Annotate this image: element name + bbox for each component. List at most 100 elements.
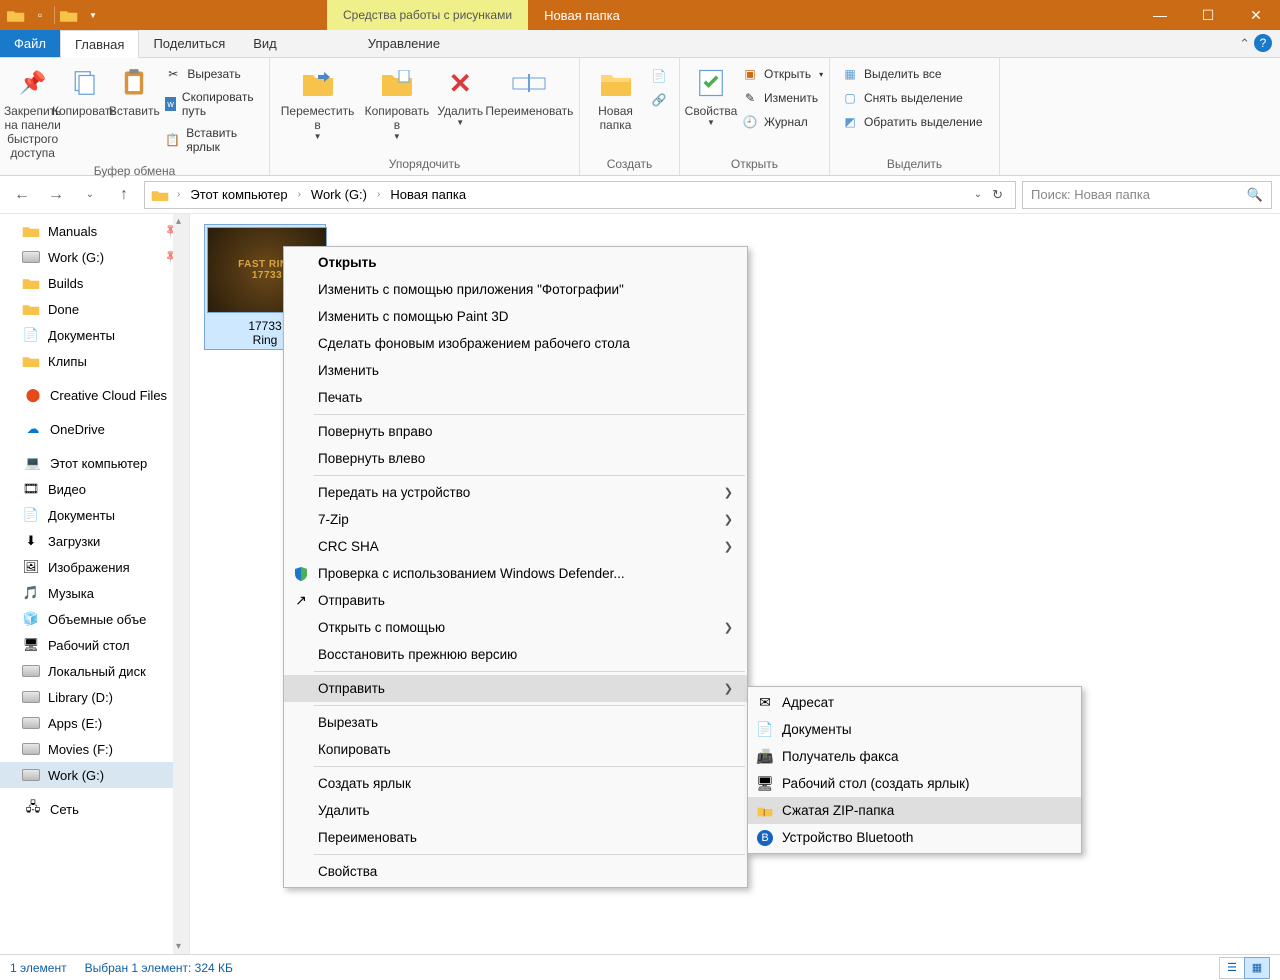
copy-path-button[interactable]: wСкопировать путь bbox=[163, 88, 259, 120]
menu-share[interactable]: ↗Отправить bbox=[284, 587, 747, 614]
menu-cast[interactable]: Передать на устройство❯ bbox=[284, 479, 747, 506]
submenu-fax[interactable]: 📠Получатель факса bbox=[748, 743, 1081, 770]
nav-item-images[interactable]: 🖼Изображения bbox=[0, 554, 189, 580]
cut-button[interactable]: ✂Вырезать bbox=[163, 64, 259, 84]
menu-create-shortcut[interactable]: Создать ярлык bbox=[284, 770, 747, 797]
breadcrumb[interactable]: Новая папка bbox=[388, 187, 468, 202]
tab-view[interactable]: Вид bbox=[239, 30, 291, 57]
nav-item-docs[interactable]: 📄Документы bbox=[0, 502, 189, 528]
nav-scrollbar[interactable] bbox=[173, 214, 189, 954]
paste-shortcut-button[interactable]: 📋Вставить ярлык bbox=[163, 124, 259, 156]
nav-item-documents[interactable]: 📄Документы bbox=[0, 322, 189, 348]
rename-button[interactable]: Переименовать bbox=[486, 62, 573, 120]
menu-print[interactable]: Печать bbox=[284, 384, 747, 411]
menu-copy[interactable]: Копировать bbox=[284, 736, 747, 763]
new-item-button[interactable]: 📄 bbox=[649, 66, 669, 86]
paste-button[interactable]: Вставить bbox=[109, 62, 159, 120]
nav-item-library-d[interactable]: Library (D:) bbox=[0, 684, 189, 710]
copy-to-button[interactable]: Копировать в▼ bbox=[359, 62, 435, 143]
collapse-ribbon-button[interactable]: ⌃ bbox=[1239, 36, 1250, 52]
submenu-recipient[interactable]: ✉Адресат bbox=[748, 689, 1081, 716]
menu-set-wallpaper[interactable]: Сделать фоновым изображением рабочего ст… bbox=[284, 330, 747, 357]
menu-open[interactable]: Открыть bbox=[284, 249, 747, 276]
help-button[interactable]: ? bbox=[1254, 34, 1272, 52]
menu-edit[interactable]: Изменить bbox=[284, 357, 747, 384]
breadcrumb[interactable]: Этот компьютер bbox=[188, 187, 289, 202]
tab-share[interactable]: Поделиться bbox=[139, 30, 239, 57]
maximize-button[interactable]: ☐ bbox=[1184, 0, 1232, 30]
menu-7zip[interactable]: 7-Zip❯ bbox=[284, 506, 747, 533]
copy-button[interactable]: Копировать bbox=[59, 62, 109, 120]
menu-crc-sha[interactable]: CRC SHA❯ bbox=[284, 533, 747, 560]
menu-delete[interactable]: Удалить bbox=[284, 797, 747, 824]
nav-item-work-g[interactable]: Work (G:) bbox=[0, 762, 189, 788]
easy-access-button[interactable]: 🔗 bbox=[649, 90, 669, 110]
nav-item-network[interactable]: 🖧Сеть bbox=[0, 796, 189, 822]
refresh-button[interactable]: ↻ bbox=[986, 187, 1009, 203]
nav-item-work[interactable]: Work (G:) bbox=[0, 244, 189, 270]
forward-button[interactable]: → bbox=[42, 181, 70, 209]
menu-restore-version[interactable]: Восстановить прежнюю версию bbox=[284, 641, 747, 668]
select-all-button[interactable]: ▦Выделить все bbox=[840, 64, 985, 84]
tab-home[interactable]: Главная bbox=[60, 30, 139, 58]
invert-selection-button[interactable]: ◩Обратить выделение bbox=[840, 112, 985, 132]
menu-rotate-left[interactable]: Повернуть влево bbox=[284, 445, 747, 472]
minimize-button[interactable]: — bbox=[1136, 0, 1184, 30]
menu-send-to[interactable]: Отправить❯ bbox=[284, 675, 747, 702]
menu-edit-photos[interactable]: Изменить с помощью приложения "Фотографи… bbox=[284, 276, 747, 303]
group-label: Буфер обмена bbox=[6, 162, 263, 180]
menu-rotate-right[interactable]: Повернуть вправо bbox=[284, 418, 747, 445]
menu-open-with[interactable]: Открыть с помощью❯ bbox=[284, 614, 747, 641]
submenu-zip[interactable]: Сжатая ZIP-папка bbox=[748, 797, 1081, 824]
properties-button[interactable]: Свойства▼ bbox=[686, 62, 736, 129]
edit-button[interactable]: ✎Изменить bbox=[740, 88, 825, 108]
deselect-button[interactable]: ▢Снять выделение bbox=[840, 88, 985, 108]
tab-manage[interactable]: Управление bbox=[346, 30, 462, 57]
qat-dropdown-icon[interactable]: ▼ bbox=[83, 5, 103, 25]
new-folder-button[interactable]: Новая папка bbox=[586, 62, 645, 134]
address-bar[interactable]: › Этот компьютер › Work (G:) › Новая пап… bbox=[144, 181, 1016, 209]
nav-item-video[interactable]: 🎞Видео bbox=[0, 476, 189, 502]
view-details-button[interactable]: ☰ bbox=[1219, 957, 1245, 979]
desktop-icon: 🖥 bbox=[756, 775, 774, 793]
submenu-documents[interactable]: 📄Документы bbox=[748, 716, 1081, 743]
nav-item-local-disk[interactable]: Локальный диск bbox=[0, 658, 189, 684]
nav-item-movies-f[interactable]: Movies (F:) bbox=[0, 736, 189, 762]
move-to-button[interactable]: Переместить в▼ bbox=[276, 62, 359, 143]
nav-item-done[interactable]: Done bbox=[0, 296, 189, 322]
delete-button[interactable]: ✕ Удалить▼ bbox=[435, 62, 486, 129]
nav-item-apps-e[interactable]: Apps (E:) bbox=[0, 710, 189, 736]
view-icons-button[interactable]: ▦ bbox=[1244, 957, 1270, 979]
search-input[interactable]: Поиск: Новая папка 🔍 bbox=[1022, 181, 1272, 209]
back-button[interactable]: ← bbox=[8, 181, 36, 209]
menu-edit-paint3d[interactable]: Изменить с помощью Paint 3D bbox=[284, 303, 747, 330]
menu-rename[interactable]: Переименовать bbox=[284, 824, 747, 851]
menu-properties[interactable]: Свойства bbox=[284, 858, 747, 885]
submenu-desktop-shortcut[interactable]: 🖥Рабочий стол (создать ярлык) bbox=[748, 770, 1081, 797]
nav-item-desktop[interactable]: 🖥Рабочий стол bbox=[0, 632, 189, 658]
recent-button[interactable]: ⌄ bbox=[76, 181, 104, 209]
menu-cut[interactable]: Вырезать bbox=[284, 709, 747, 736]
nav-item-creative-cloud[interactable]: ⬤Creative Cloud Files bbox=[0, 382, 189, 408]
nav-item-downloads[interactable]: ⬇Загрузки bbox=[0, 528, 189, 554]
nav-item-music[interactable]: 🎵Музыка bbox=[0, 580, 189, 606]
menu-defender[interactable]: Проверка с использованием Windows Defend… bbox=[284, 560, 747, 587]
close-button[interactable]: ✕ bbox=[1232, 0, 1280, 30]
nav-item-manuals[interactable]: Manuals bbox=[0, 218, 189, 244]
history-button[interactable]: 🕘Журнал bbox=[740, 112, 825, 132]
up-button[interactable]: ↑ bbox=[110, 181, 138, 209]
nav-item-onedrive[interactable]: ☁OneDrive bbox=[0, 416, 189, 442]
nav-item-clips[interactable]: Клипы bbox=[0, 348, 189, 374]
qat-properties-icon[interactable]: ▫ bbox=[30, 5, 50, 25]
open-button[interactable]: ▣Открыть▾ bbox=[740, 64, 825, 84]
qat-folder-icon[interactable] bbox=[59, 5, 79, 25]
submenu-bluetooth[interactable]: BУстройство Bluetooth bbox=[748, 824, 1081, 851]
nav-item-builds[interactable]: Builds bbox=[0, 270, 189, 296]
picture-tools-tab[interactable]: Средства работы с рисунками bbox=[327, 0, 528, 30]
nav-item-this-pc[interactable]: 💻Этот компьютер bbox=[0, 450, 189, 476]
fax-icon: 📠 bbox=[756, 748, 774, 766]
tab-file[interactable]: Файл bbox=[0, 30, 60, 57]
nav-item-3d-objects[interactable]: 🧊Объемные объе bbox=[0, 606, 189, 632]
breadcrumb[interactable]: Work (G:) bbox=[309, 187, 369, 202]
address-dropdown-icon[interactable]: ⌄ bbox=[974, 189, 982, 200]
